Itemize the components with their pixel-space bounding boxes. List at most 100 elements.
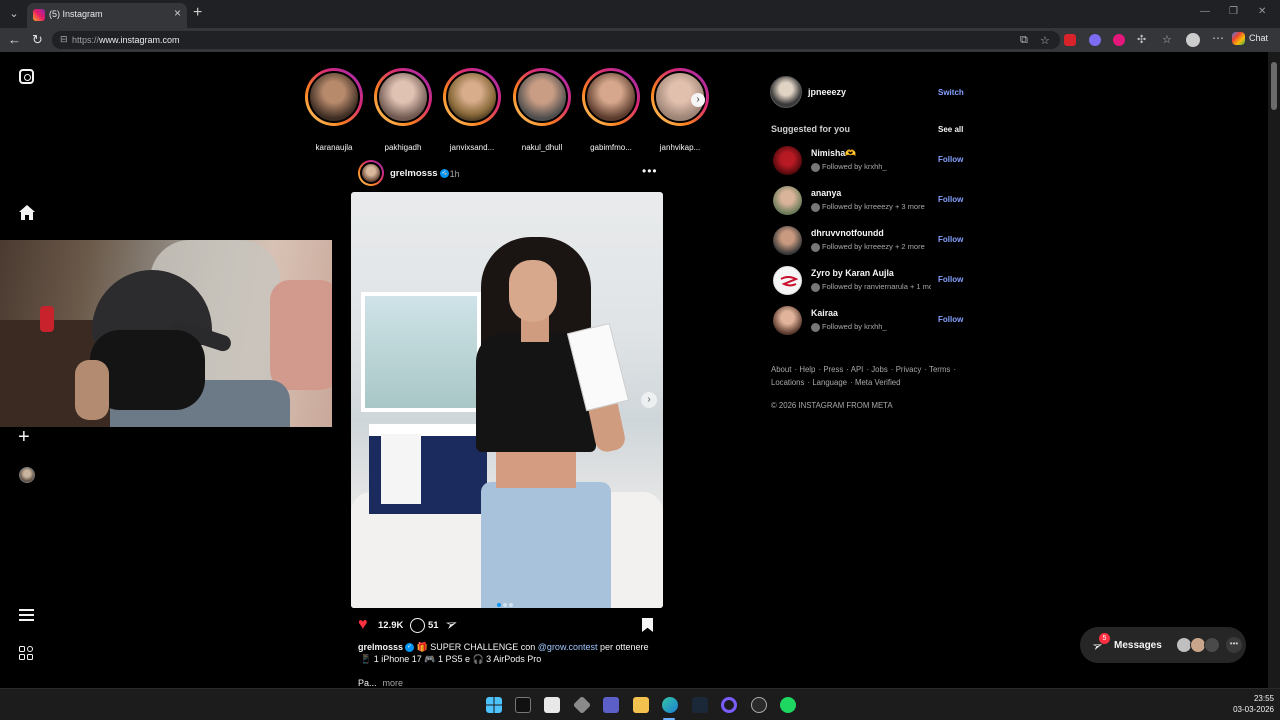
- copyright-text: © 2026 INSTAGRAM FROM META: [771, 401, 893, 410]
- post-author-avatar[interactable]: [358, 160, 384, 186]
- collections-icon[interactable]: ☆: [1162, 33, 1172, 46]
- window-close-icon[interactable]: ✕: [1258, 6, 1266, 17]
- story-nakul-dhull[interactable]: nakul_dhull: [512, 68, 572, 152]
- mini-avatar: [811, 242, 820, 252]
- suggestion-name[interactable]: Nimisha🫶: [811, 148, 856, 159]
- footer-link-jobs[interactable]: Jobs: [871, 365, 887, 374]
- home-icon[interactable]: [19, 205, 35, 220]
- scrollbar-thumb[interactable]: [1271, 62, 1277, 110]
- footer-link-meta-verified[interactable]: Meta Verified: [855, 378, 901, 387]
- spotify-icon[interactable]: [780, 697, 796, 713]
- story-ring: [513, 68, 571, 126]
- suggestion-avatar[interactable]: [773, 306, 802, 335]
- carousel-dot: [509, 603, 513, 607]
- address-bar[interactable]: ⊟ https://www.instagram.com ⧉ ☆: [52, 31, 1060, 49]
- carousel-next-icon[interactable]: ›: [641, 392, 657, 408]
- extension-red-icon[interactable]: [1064, 34, 1076, 46]
- extension-pink-icon[interactable]: [1113, 34, 1125, 46]
- suggestion-name[interactable]: Kairaa: [811, 308, 838, 318]
- edge-icon[interactable]: [662, 697, 678, 713]
- reload-icon[interactable]: ↻: [32, 32, 43, 48]
- post-image[interactable]: ›: [351, 192, 663, 608]
- obs-icon[interactable]: [751, 697, 767, 713]
- story-karanaujla[interactable]: karanaujla: [304, 68, 364, 152]
- see-all-link[interactable]: See all: [938, 125, 963, 134]
- suggestion-avatar[interactable]: [773, 266, 802, 295]
- apps-icon[interactable]: [19, 646, 34, 661]
- maximize-icon[interactable]: ❐: [1229, 6, 1238, 17]
- follow-button[interactable]: Follow: [938, 155, 963, 164]
- footer-link-language[interactable]: Language: [812, 378, 847, 387]
- follow-button[interactable]: Follow: [938, 275, 963, 284]
- suggestion-name[interactable]: dhruvvnotfoundd: [811, 228, 884, 238]
- suggestion-name[interactable]: ananya: [811, 188, 841, 198]
- system-clock[interactable]: 23:55 03-03-2026: [1230, 693, 1274, 715]
- browser-menu-icon[interactable]: ⋯: [1212, 31, 1224, 45]
- copilot-chat-button[interactable]: Chat: [1232, 32, 1268, 45]
- extension-purple-icon[interactable]: [1089, 34, 1101, 46]
- footer-link-api[interactable]: API: [851, 365, 864, 374]
- footer-link-privacy[interactable]: Privacy: [896, 365, 922, 374]
- caption-mention-link[interactable]: @grow.contest: [538, 642, 598, 652]
- follow-button[interactable]: Follow: [938, 315, 963, 324]
- story-janvixsand[interactable]: janvixsand...: [442, 68, 502, 152]
- browser-tab-instagram[interactable]: (5) Instagram ×: [27, 3, 187, 28]
- suggestion-avatar[interactable]: [773, 186, 802, 215]
- instagram-icon[interactable]: [19, 69, 34, 84]
- ring-app-icon[interactable]: [721, 697, 737, 713]
- like-heart-icon[interactable]: ♥: [358, 617, 368, 633]
- comment-icon[interactable]: [410, 618, 425, 633]
- footer-link-press[interactable]: Press: [823, 365, 843, 374]
- current-user-avatar[interactable]: [770, 76, 802, 108]
- file-explorer-icon[interactable]: [633, 697, 649, 713]
- extensions-puzzle-icon[interactable]: ✣: [1137, 33, 1146, 46]
- epic-games-icon[interactable]: [515, 697, 531, 713]
- current-username[interactable]: jpneeezy: [808, 87, 846, 97]
- menu-icon[interactable]: [19, 609, 34, 621]
- footer-link-terms[interactable]: Terms: [929, 365, 950, 374]
- share-icon[interactable]: ➢: [442, 613, 461, 634]
- teams-icon[interactable]: [603, 697, 619, 713]
- profile-icon[interactable]: [19, 467, 35, 483]
- suggestion-avatar[interactable]: [773, 146, 802, 175]
- story-ring: [582, 68, 640, 126]
- footer-link-locations[interactable]: Locations: [771, 378, 804, 387]
- site-info-icon[interactable]: ⊟: [60, 34, 68, 45]
- footer-link-help[interactable]: Help: [799, 365, 815, 374]
- comments-count[interactable]: 51: [428, 620, 439, 631]
- tab-actions-chevron-icon[interactable]: ⌄: [4, 4, 24, 24]
- favorite-star-icon[interactable]: ☆: [1040, 34, 1050, 47]
- follow-button[interactable]: Follow: [938, 235, 963, 244]
- switch-account-link[interactable]: Switch: [938, 88, 964, 97]
- save-bookmark-icon[interactable]: [642, 618, 653, 632]
- post-author-name[interactable]: grelmosss ✓: [390, 168, 449, 179]
- suggestion-name[interactable]: Zyro by Karan Aujla: [811, 268, 894, 278]
- minimize-icon[interactable]: —: [1200, 6, 1210, 17]
- follow-button[interactable]: Follow: [938, 195, 963, 204]
- post-options-icon[interactable]: •••: [642, 164, 658, 178]
- tab-close-icon[interactable]: ×: [174, 6, 181, 20]
- suggestion-avatar[interactable]: [773, 226, 802, 255]
- clock-time: 23:55: [1253, 694, 1274, 703]
- story-pakhigadh[interactable]: pakhigadh: [373, 68, 433, 152]
- back-arrow-icon[interactable]: ←: [8, 32, 21, 48]
- caption-username[interactable]: grelmosss: [358, 642, 403, 652]
- caption-more-link[interactable]: more: [383, 678, 404, 688]
- page-scrollbar[interactable]: [1268, 52, 1280, 688]
- footer-link-about[interactable]: About: [771, 365, 791, 374]
- suggestion-row: dhruvvnotfoundd Followed by krreeezy + 2…: [773, 226, 973, 256]
- likes-count[interactable]: 12.9K: [378, 620, 403, 631]
- store-icon[interactable]: [544, 697, 560, 713]
- create-icon[interactable]: +: [18, 427, 30, 447]
- profile-avatar-icon[interactable]: [1186, 33, 1200, 47]
- messages-button[interactable]: ➢ 5 Messages •••: [1080, 627, 1246, 663]
- stories-next-chevron-icon[interactable]: ›: [691, 93, 705, 107]
- new-tab-plus-icon[interactable]: +: [193, 4, 202, 22]
- split-screen-icon[interactable]: ⧉: [1020, 34, 1028, 47]
- url-text: https://www.instagram.com: [72, 35, 180, 45]
- app-cube-icon[interactable]: [572, 695, 592, 715]
- messages-label: Messages: [1114, 640, 1162, 651]
- windows-start-icon[interactable]: [486, 697, 502, 713]
- steam-icon[interactable]: [692, 697, 708, 713]
- story-gabimfmo[interactable]: gabimfmo...: [581, 68, 641, 152]
